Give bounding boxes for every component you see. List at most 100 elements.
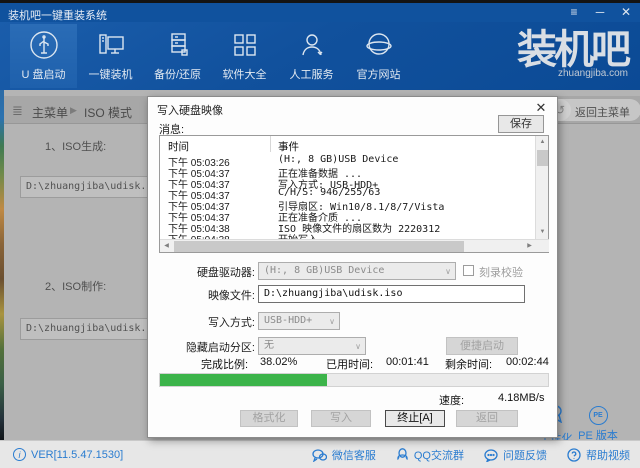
remain-value: 00:02:44 [506, 356, 549, 368]
info-icon: i [13, 448, 26, 461]
image-file-input[interactable]: D:\zhuangjiba\udisk.iso [258, 285, 525, 303]
speed-value: 4.18MB/s [498, 392, 544, 404]
nav-label: 一键装机 [89, 66, 133, 82]
nav-label: U 盘启动 [22, 66, 66, 82]
verify-checkbox[interactable] [463, 265, 474, 276]
wechat-support-link[interactable]: 微信客服 [312, 447, 376, 463]
app-window: 装机吧一键重装系统 ≡ ─ ✕ U 盘启动 一键装机 [0, 0, 640, 468]
main-nav: U 盘启动 一键装机 备份/还原 软件大全 [0, 22, 640, 90]
done-value: 38.02% [260, 356, 297, 368]
save-button[interactable]: 保存 [498, 115, 544, 133]
vertical-scrollbar[interactable]: ▲ ▼ [535, 136, 548, 239]
return-button[interactable]: 返回 [456, 410, 518, 427]
help-video-link[interactable]: 帮助视频 [567, 447, 630, 463]
feedback-icon [484, 449, 498, 462]
quick-boot-button[interactable]: 便捷启动 [446, 337, 518, 355]
desktop-wallpaper-sliver [0, 90, 4, 440]
nav-label: 人工服务 [290, 66, 334, 82]
version-info: i VER[11.5.47.1530] [13, 448, 123, 461]
breadcrumb-root[interactable]: 主菜单 [32, 104, 68, 121]
link-label: QQ交流群 [414, 447, 464, 463]
verify-label: 刻录校验 [479, 264, 523, 280]
close-icon[interactable]: ✕ [618, 4, 634, 20]
chevron-down-icon: ∨ [329, 314, 335, 330]
pe-version-item[interactable]: PE PE 版本 [570, 404, 626, 443]
hidden-partition-label: 隐藏启动分区: [155, 339, 255, 355]
window-title: 装机吧一键重装系统 [8, 7, 107, 23]
elapsed-label: 已用时间: [326, 356, 373, 372]
iso-make-label: 2、ISO制作: [45, 278, 106, 294]
log-rows: 下午 05:03:26(H:, 8 GB)USB Device 下午 05:04… [160, 154, 535, 240]
log-column-time: 时间 [168, 139, 189, 154]
scroll-down-icon[interactable]: ▼ [536, 226, 549, 239]
write-method-label: 写入方式: [155, 314, 255, 330]
help-icon [567, 448, 581, 462]
write-button[interactable]: 写入 [311, 410, 371, 427]
speed-label: 速度: [439, 392, 464, 408]
scroll-up-icon[interactable]: ▲ [536, 136, 549, 149]
write-method-dropdown[interactable]: USB-HDD+ ∨ [258, 312, 340, 330]
qq-group-link[interactable]: QQ交流群 [396, 447, 464, 463]
qq-icon [396, 448, 409, 462]
logo-text: 装机吧 [517, 28, 628, 72]
scroll-left-icon[interactable]: ◀ [160, 240, 173, 253]
vertical-scroll-thumb[interactable] [537, 150, 548, 166]
back-to-main-menu-button[interactable]: ↺ 返回主菜单 [549, 99, 640, 121]
log-event: C/H/S: 946/255/63 [278, 187, 380, 198]
log-row: 下午 05:04:37正在准备数据 ... [160, 165, 535, 176]
horizontal-scroll-thumb[interactable] [174, 241, 464, 252]
brand-logo: 装机吧 zhuangjiba.com [517, 28, 628, 79]
write-method-value: USB-HDD+ [264, 315, 312, 326]
log-row: 下午 05:03:26(H:, 8 GB)USB Device [160, 154, 535, 165]
status-bar: i VER[11.5.47.1530] 微信客服 QQ交流群 问题反馈 帮助视频 [0, 440, 640, 468]
breadcrumb-current: ISO 模式 [84, 104, 132, 121]
feedback-link[interactable]: 问题反馈 [484, 447, 547, 463]
globe-icon [363, 28, 395, 62]
drive-value: (H:, 8 GB)USB Device [264, 265, 384, 276]
remain-label: 剩余时间: [445, 356, 492, 372]
version-text: VER[11.5.47.1530] [31, 449, 123, 461]
chevron-down-icon: ∨ [355, 339, 361, 355]
link-label: 帮助视频 [586, 447, 630, 463]
list-menu-icon[interactable]: ≣ [12, 103, 23, 119]
chevron-down-icon: ∨ [445, 264, 451, 280]
abort-button[interactable]: 终止[A] [385, 410, 445, 427]
scroll-right-icon[interactable]: ▶ [523, 240, 536, 253]
drive-dropdown[interactable]: (H:, 8 GB)USB Device ∨ [258, 262, 456, 280]
write-disk-image-dialog: 写入硬盘映像 ✕ 消息: 保存 时间 事件 下午 05:03:26(H:, 8 … [147, 96, 558, 438]
log-row: 下午 05:04:37引导扇区: Win10/8.1/8/7/Vista [160, 198, 535, 209]
event-log-panel: 时间 事件 下午 05:03:26(H:, 8 GB)USB Device 下午… [159, 135, 549, 253]
pe-version-icon: PE [589, 406, 608, 425]
apps-grid-icon [229, 28, 261, 62]
hidden-partition-dropdown[interactable]: 无∨ [258, 337, 366, 355]
nav-item-website[interactable]: 官方网站 [345, 24, 412, 88]
link-label: 问题反馈 [503, 447, 547, 463]
nav-item-support[interactable]: 人工服务 [278, 24, 345, 88]
nav-label: 软件大全 [223, 66, 267, 82]
log-row: 下午 05:04:37正在准备介质 ... [160, 209, 535, 220]
iso-generate-label: 1、ISO生成: [45, 138, 106, 154]
format-button[interactable]: 格式化 [240, 410, 298, 427]
log-event: (H:, 8 GB)USB Device [278, 154, 398, 165]
computer-icon [95, 28, 127, 62]
minimize-icon[interactable]: ─ [592, 4, 608, 20]
window-controls: ≡ ─ ✕ [566, 4, 634, 20]
log-column-event: 事件 [278, 139, 299, 154]
usb-icon [28, 28, 60, 62]
log-row: 下午 05:04:38ISO 映像文件的扇区数为 2220312 [160, 220, 535, 231]
nav-item-usb-boot[interactable]: U 盘启动 [10, 24, 77, 88]
nav-item-software[interactable]: 软件大全 [211, 24, 278, 88]
back-button-label: 返回主菜单 [575, 104, 630, 120]
image-file-label: 映像文件: [155, 287, 255, 303]
nav-item-backup-restore[interactable]: 备份/还原 [144, 24, 211, 88]
horizontal-scrollbar[interactable]: ◀ ▶ [160, 239, 549, 252]
log-row: 下午 05:04:37写入方式: USB-HDD+ [160, 176, 535, 187]
progress-bar [159, 373, 549, 387]
nav-item-one-key-install[interactable]: 一键装机 [77, 24, 144, 88]
log-row: 下午 05:04:37C/H/S: 946/255/63 [160, 187, 535, 198]
progress-fill [160, 374, 327, 386]
menu-icon[interactable]: ≡ [566, 4, 582, 20]
dialog-close-icon[interactable]: ✕ [533, 100, 549, 116]
wechat-icon [312, 449, 327, 462]
nav-label: 备份/还原 [154, 66, 201, 82]
